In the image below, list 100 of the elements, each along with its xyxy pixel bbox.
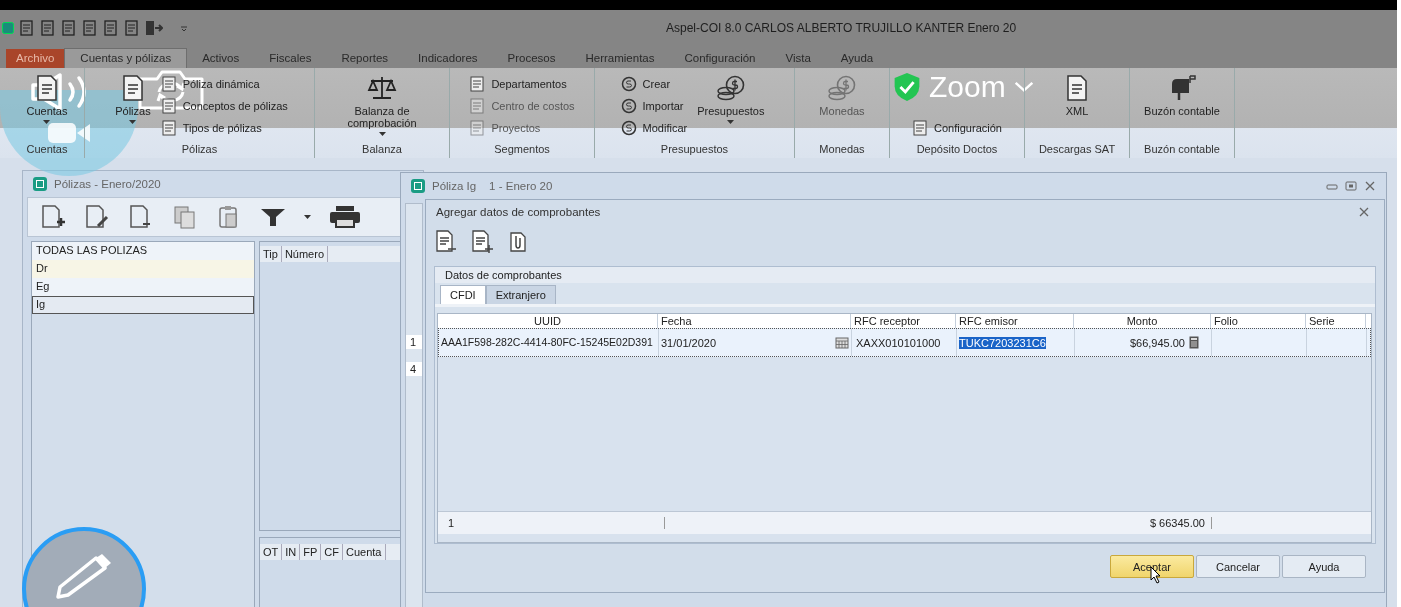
close-icon[interactable] (1364, 181, 1376, 191)
ribbon-group-label: Buzón contable (1143, 143, 1221, 157)
column-header: CF (321, 544, 343, 560)
toolbar-document-icon[interactable] (40, 20, 56, 36)
minimize-icon[interactable] (1326, 181, 1338, 191)
calendar-icon[interactable] (835, 336, 849, 349)
caret-icon[interactable] (304, 215, 311, 219)
toolbar-document-icon[interactable] (103, 20, 119, 36)
meeting-app-label: Zoom (929, 72, 1006, 102)
shield-check-icon (893, 72, 921, 102)
ribbon-button[interactable]: XML (1060, 74, 1094, 143)
ribbon-tab[interactable]: Indicadores (403, 49, 493, 68)
remove-document-icon[interactable] (434, 230, 458, 254)
window-subtitle: 1 - Enero 20 (489, 180, 553, 192)
ribbon-button[interactable]: Tipos de pólizas (160, 118, 288, 137)
table-row[interactable]: AAA1F598-282C-4414-80FC-15245E02D391 31/01/2020 XAXX010101000 TUKC7203231C6 $66,945.00 (438, 328, 1371, 357)
document-icon (160, 97, 179, 114)
ribbon-tab[interactable]: Fiscales (254, 49, 327, 68)
document-icon (160, 75, 179, 92)
pencil-icon (55, 553, 113, 599)
ribbon-button[interactable]: Modificar (620, 118, 688, 137)
poliza-type-item[interactable]: TODAS LAS POLIZAS (32, 242, 254, 260)
customize-caret-icon[interactable] (180, 24, 188, 32)
column-header: Tip (260, 246, 282, 262)
poliza-type-item[interactable]: Eg (32, 278, 254, 296)
coin-icon (620, 97, 639, 114)
ribbon-tab[interactable]: Procesos (492, 49, 571, 68)
table-cell: AAA1F598-282C-4414-80FC-15245E02D391 (441, 337, 653, 348)
window-title: Aspel-COI 8.0 CARLOS ALBERTO TRUJILLO KANTER Enero 20 (666, 21, 1017, 35)
ribbon-group-label: Segmentos (493, 143, 551, 157)
toolbar-document-icon[interactable] (61, 20, 77, 36)
ribbon-button[interactable]: Cuentas (22, 74, 72, 143)
toolbar-document-icon[interactable] (124, 20, 140, 36)
chevron-down-icon[interactable] (1013, 81, 1034, 93)
ribbon-button[interactable]: Configuración (912, 118, 1002, 137)
ribbon-button[interactable]: Pólizas (111, 74, 155, 143)
dialog-button[interactable]: Cancelar (1196, 555, 1280, 578)
document-icon (34, 74, 60, 102)
ribbon-button[interactable]: Conceptos de pólizas (160, 96, 288, 115)
ribbon-group-label: Cuentas (25, 143, 69, 157)
ribbon-button[interactable]: Buzón contable (1140, 74, 1224, 143)
window-title: Pólizas - Enero/2020 (54, 178, 161, 190)
ribbon-button[interactable]: Póliza dinámica (160, 74, 288, 93)
copy-icon[interactable] (172, 204, 198, 230)
ribbon-tab[interactable]: Configuración (669, 49, 771, 68)
column-header: Número (281, 246, 328, 262)
total-amount: $ 66345.00 (665, 517, 1212, 529)
dialog-button[interactable]: Ayuda (1282, 555, 1366, 578)
ribbon-tab[interactable]: Ayuda (825, 49, 889, 68)
video-camera-icon (47, 120, 91, 146)
coins-icon (827, 74, 857, 102)
ribbon-button[interactable]: Importar (620, 96, 688, 115)
table-cell: TUKC7203231C6 (959, 336, 1046, 349)
ribbon-tab[interactable]: Herramientas (570, 49, 670, 68)
ribbon-group-label: Pólizas (180, 143, 219, 157)
ribbon-group-label: Descargas SAT (1037, 143, 1117, 157)
maximize-icon[interactable] (1345, 181, 1357, 191)
tab[interactable]: Extranjero (485, 285, 556, 304)
row-number: 4 (406, 362, 422, 376)
app-icon (2, 22, 14, 34)
exit-icon[interactable] (145, 20, 163, 36)
column-header: FP (300, 544, 322, 560)
column-header: Cuenta (343, 544, 386, 560)
ribbon-tab[interactable]: Reportes (326, 49, 404, 68)
ribbon-button[interactable]: Presupuestos (693, 74, 769, 143)
document-icon (160, 119, 179, 136)
group-box-label: Datos de comprobantes (435, 267, 1375, 283)
ribbon-button[interactable]: Departamentos (469, 74, 575, 93)
toolbar-document-icon[interactable] (82, 20, 98, 36)
row-count: 1 (438, 517, 665, 529)
ribbon-tab[interactable]: Vista (770, 49, 826, 68)
add-document-icon[interactable] (470, 230, 494, 254)
ribbon-group-label: Presupuestos (659, 143, 730, 157)
close-icon[interactable] (1358, 207, 1370, 217)
balance-scale-icon (367, 74, 397, 102)
row-number: 1 (406, 335, 422, 349)
ribbon-tab[interactable]: Cuentas y pólizas (64, 48, 188, 68)
toolbar-document-icon[interactable] (19, 20, 35, 36)
table-cell: XAXX010101000 (856, 336, 941, 349)
coin-icon (620, 75, 639, 92)
print-icon[interactable] (329, 205, 361, 229)
table-cell: 31/01/2020 (661, 336, 717, 349)
poliza-type-item[interactable]: Ig (32, 296, 254, 314)
poliza-type-item[interactable]: Dr (32, 260, 254, 278)
ribbon-button[interactable]: Crear (620, 74, 688, 93)
window-icon (33, 177, 47, 191)
calculator-icon[interactable] (1189, 336, 1199, 349)
dialog-title: Agregar datos de comprobantes (436, 206, 601, 218)
edit-document-icon[interactable] (84, 204, 110, 230)
ribbon-group-label: Balanza (361, 143, 403, 157)
document-icon (1064, 74, 1090, 102)
table-cell: $66,945.00 (1129, 336, 1185, 349)
ribbon-button[interactable]: Balanza de comprobación (336, 74, 428, 143)
filter-icon[interactable] (260, 206, 286, 228)
column-header: OT (260, 544, 283, 560)
ribbon-tab[interactable]: Activos (187, 49, 255, 68)
coin-icon (620, 119, 639, 136)
column-header: IN (282, 544, 301, 560)
new-document-icon[interactable] (40, 204, 66, 230)
tab[interactable]: CFDI (440, 285, 486, 304)
